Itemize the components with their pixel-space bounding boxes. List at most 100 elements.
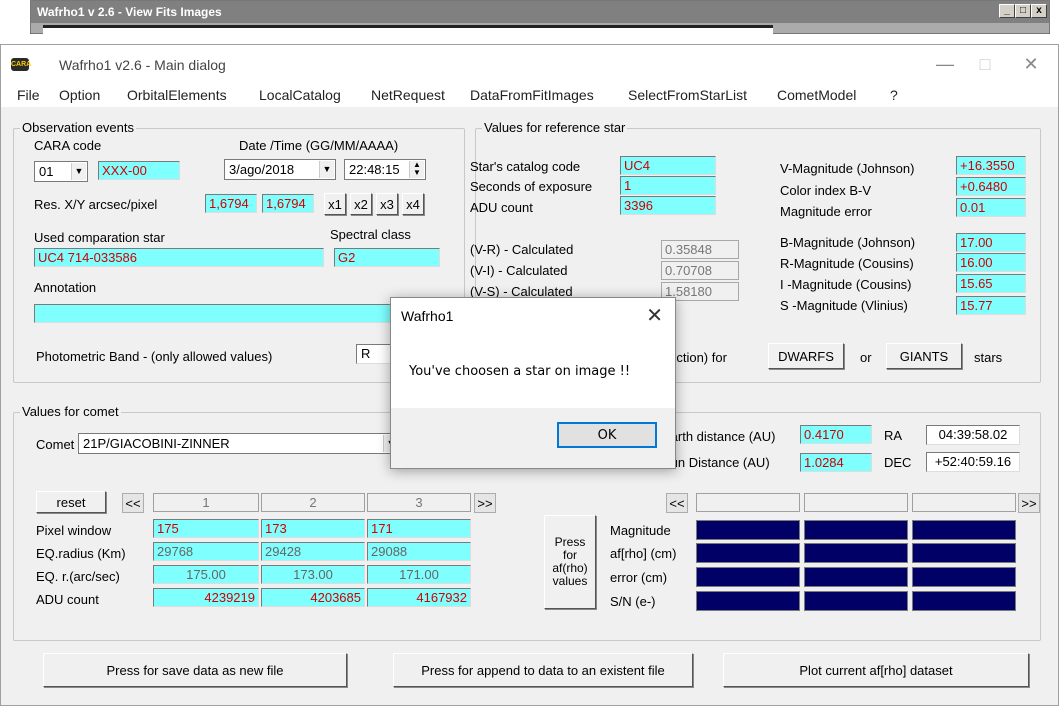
magnitude-error-field[interactable]: 0.01 [956, 198, 1026, 217]
time-spinner[interactable]: 22:48:15 ▲ ▼ [344, 159, 426, 180]
resolution-x-field[interactable]: 1,6794 [205, 194, 257, 213]
comparison-star-field[interactable]: UC4 714-033586 [34, 248, 324, 267]
press-afrho-button[interactable]: Press for af(rho) values [544, 515, 596, 609]
comparison-star-label: Used comparation star [34, 230, 165, 245]
catalog-code-field[interactable]: UC4 [620, 156, 716, 175]
date-picker[interactable]: 3/ago/2018 ▼ [224, 159, 336, 180]
menu-select-from-star-list[interactable]: SelectFromStarList [628, 87, 747, 103]
eq-r-3-field: 171.00 [367, 565, 471, 584]
vi-calculated-label: (V-I) - Calculated [470, 263, 568, 278]
dec-label: DEC [884, 455, 912, 470]
sun-distance-label: Sun Distance (AU) [662, 455, 770, 470]
ok-button[interactable]: OK [557, 422, 657, 448]
dialog-close-icon[interactable]: ✕ [646, 303, 663, 328]
append-to-file-button[interactable]: Press for append to data to an existent … [393, 653, 693, 687]
eq-r-1-field: 175.00 [153, 565, 259, 584]
dialog-message: You've choosen a star on image !! [409, 364, 631, 379]
prev-page-button[interactable]: << [122, 493, 144, 513]
spectral-class-field[interactable]: G2 [334, 248, 440, 267]
chevron-down-icon: ▼ [319, 161, 334, 178]
sn-2-field [804, 591, 908, 611]
vi-calculated-field: 0.70708 [661, 261, 739, 280]
menu-orbital-elements[interactable]: OrbitalElements [127, 87, 227, 103]
comet-adu-3-field[interactable]: 4167932 [367, 588, 471, 607]
cara-code-select-value: 01 [39, 164, 54, 179]
column-header-2: 2 [261, 493, 365, 512]
menu-comet-model[interactable]: CometModel [777, 87, 856, 103]
afrho-row-label: af[rho] (cm) [610, 546, 677, 561]
menu-data-from-fit-images[interactable]: DataFromFitImages [470, 87, 594, 103]
color-index-field[interactable]: +0.6480 [956, 177, 1026, 196]
b-magnitude-field[interactable]: 17.00 [956, 233, 1026, 252]
i-magnitude-label: I -Magnitude (Cousins) [780, 277, 912, 292]
maximize-icon[interactable]: □ [965, 53, 1005, 77]
sn-row-label: S/N (e-) [610, 594, 656, 609]
giants-button[interactable]: GIANTS [886, 343, 962, 369]
v-magnitude-field[interactable]: +16.3550 [956, 156, 1026, 175]
background-image-strip [43, 25, 773, 35]
eq-radius-label: EQ.radius (Km) [36, 546, 126, 561]
pixel-window-2-field[interactable]: 173 [261, 519, 365, 538]
menu-local-catalog[interactable]: LocalCatalog [259, 87, 341, 103]
plot-afrho-dataset-button[interactable]: Plot current af[rho] dataset [723, 653, 1029, 687]
dwarfs-button[interactable]: DWARFS [768, 343, 844, 369]
magnitude-row-label: Magnitude [610, 523, 671, 538]
next-page-button[interactable]: >> [474, 493, 496, 513]
zoom-x1-button[interactable]: x1 [324, 193, 346, 215]
titlebar: CARA Wafrho1 v2.6 - Main dialog — □ ✕ [1, 45, 1058, 83]
afrho-3-field [912, 543, 1016, 563]
dialog-title: Wafrho1 [401, 308, 454, 324]
earth-distance-label: Earth distance (AU) [662, 429, 776, 444]
afrho-prev-page-button[interactable]: << [666, 493, 688, 513]
minimize-icon[interactable]: — [925, 53, 965, 77]
r-magnitude-label: R-Magnitude (Cousins) [780, 256, 914, 271]
menu-help[interactable]: ? [890, 87, 898, 103]
cara-code-field[interactable]: XXX-00 [98, 161, 180, 180]
menu-net-request[interactable]: NetRequest [371, 87, 445, 103]
column-header-3: 3 [367, 493, 471, 512]
sn-3-field [912, 591, 1016, 611]
menu-option[interactable]: Option [59, 87, 100, 103]
afrho-column-header-3 [912, 493, 1016, 512]
magnitude-2-field [804, 520, 908, 540]
background-maximize-button[interactable]: □ [1015, 4, 1031, 18]
app-icon: CARA [11, 58, 31, 71]
vr-calculated-field: 0.35848 [661, 240, 739, 259]
afrho-column-header-2 [804, 493, 908, 512]
background-minimize-button[interactable]: _ [999, 4, 1015, 18]
comet-adu-1-field[interactable]: 4239219 [153, 588, 259, 607]
s-magnitude-field[interactable]: 15.77 [956, 296, 1026, 315]
earth-distance-field[interactable]: 0.4170 [800, 425, 872, 444]
zoom-x3-button[interactable]: x3 [376, 193, 398, 215]
comet-adu-2-field[interactable]: 4203685 [261, 588, 365, 607]
pixel-window-1-field[interactable]: 175 [153, 519, 259, 538]
sun-distance-field[interactable]: 1.0284 [800, 453, 872, 472]
error-row-label: error (cm) [610, 570, 668, 585]
magnitude-3-field [912, 520, 1016, 540]
zoom-x4-button[interactable]: x4 [402, 193, 424, 215]
error-2-field [804, 567, 908, 587]
close-icon[interactable]: ✕ [1011, 53, 1051, 77]
resolution-label: Res. X/Y arcsec/pixel [34, 197, 158, 212]
spinner-arrows-icon: ▲ ▼ [409, 161, 424, 178]
column-header-1: 1 [153, 493, 259, 512]
afrho-next-page-button[interactable]: >> [1018, 493, 1040, 513]
zoom-x2-button[interactable]: x2 [350, 193, 372, 215]
afrho-column-header-1 [696, 493, 800, 512]
i-magnitude-field[interactable]: 15.65 [956, 274, 1026, 293]
menu-file[interactable]: File [17, 87, 40, 103]
afrho-2-field [804, 543, 908, 563]
date-value: 3/ago/2018 [229, 162, 295, 177]
eq-r-label: EQ. r.(arc/sec) [36, 569, 120, 584]
r-magnitude-field[interactable]: 16.00 [956, 253, 1026, 272]
adu-count-field[interactable]: 3396 [620, 196, 716, 215]
exposure-field[interactable]: 1 [620, 176, 716, 195]
cara-code-select[interactable]: 01 ▼ [34, 161, 88, 182]
comet-select[interactable]: 21P/GIACOBINI-ZINNER ▼ [78, 433, 400, 454]
reset-button[interactable]: reset [36, 491, 106, 513]
resolution-y-field[interactable]: 1,6794 [262, 194, 314, 213]
save-as-new-file-button[interactable]: Press for save data as new file [43, 653, 347, 687]
magnitude-error-label: Magnitude error [780, 204, 872, 219]
pixel-window-3-field[interactable]: 171 [367, 519, 471, 538]
background-close-button[interactable]: x [1031, 4, 1047, 18]
